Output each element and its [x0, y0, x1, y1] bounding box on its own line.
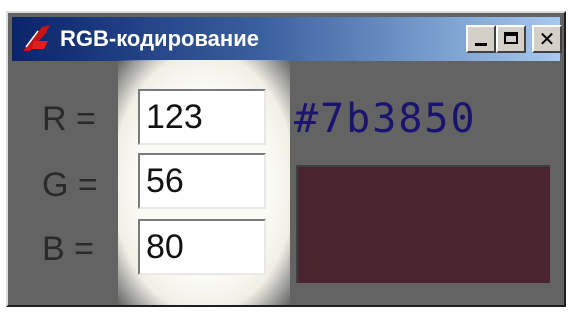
- window-title: RGB-кодирование: [60, 26, 259, 51]
- b-value-input[interactable]: 80: [138, 219, 266, 275]
- b-label: B =: [42, 230, 94, 268]
- tk-feather-icon: [23, 25, 50, 51]
- g-label: G =: [42, 166, 98, 204]
- close-icon: ✕: [538, 27, 556, 51]
- title-bar[interactable]: RGB-кодирование ✕: [12, 17, 562, 61]
- g-value-input[interactable]: 56: [138, 153, 266, 209]
- close-button[interactable]: ✕: [532, 25, 562, 53]
- r-label: R =: [42, 100, 96, 138]
- minimize-button[interactable]: [466, 25, 496, 53]
- maximize-button[interactable]: [496, 25, 526, 53]
- r-value-input[interactable]: 123: [138, 89, 266, 145]
- hex-code-label: #7b3850: [294, 96, 477, 142]
- color-swatch: [296, 165, 550, 283]
